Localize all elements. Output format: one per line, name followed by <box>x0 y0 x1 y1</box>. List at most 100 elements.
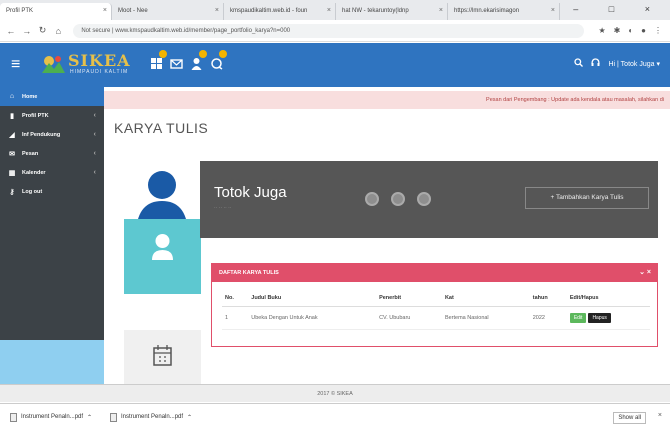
column-header: Penerbit <box>376 290 442 307</box>
browser-tab[interactable]: kmspaudikaltim.web.id - foun × <box>224 3 336 20</box>
home-icon[interactable]: ⌂ <box>53 26 63 36</box>
cell-no: 1 <box>222 306 249 330</box>
close-icon[interactable]: × <box>215 7 219 14</box>
sidebar-item-profil-ptk[interactable]: ▮ Profil PTK ‹ <box>0 106 104 125</box>
sidebar-item-home[interactable]: ⌂ Home <box>0 87 104 106</box>
sidebar: ⌂ Home ▮ Profil PTK ‹ ◢ Inf Pendukung ‹ … <box>0 87 104 384</box>
user-icon: ▮ <box>10 112 14 120</box>
developer-notice: Pesan dari Pengembang : Update ada kenda… <box>104 91 670 109</box>
profile-subtitle: ·· ·· ·· ·· <box>214 205 232 211</box>
reload-icon[interactable]: ↻ <box>38 25 48 36</box>
file-icon <box>110 412 117 422</box>
show-all-button[interactable]: Show all <box>613 412 646 424</box>
window-controls[interactable]: – □ × <box>573 4 664 14</box>
sidebar-item-label: Profil PTK <box>22 112 49 119</box>
sidebar-item-label: Inf Pendukung <box>22 131 61 138</box>
tab-title: https://lmn.ekarisimagon <box>454 8 520 14</box>
chart-icon: ◢ <box>9 131 15 139</box>
chevron-up-icon[interactable]: ⌃ <box>187 414 192 421</box>
profile-name: Totok Juga <box>214 184 287 201</box>
column-header: No. <box>222 290 249 307</box>
profile-banner: Totok Juga ·· ·· ·· ·· + Tambahkan Karya… <box>200 161 658 238</box>
forward-icon[interactable]: → <box>22 26 32 36</box>
download-item[interactable]: Instrument Penaln...pdf ⌃ <box>110 412 200 422</box>
notification-badge <box>159 50 167 58</box>
tab-title: kmspaudikaltim.web.id - foun <box>230 8 308 14</box>
browser-tab[interactable]: https://lmn.ekarisimagon × <box>448 3 560 20</box>
panel-title: DAFTAR KARYA TULIS <box>219 270 279 276</box>
page-footer: 2017 © SIKEA <box>0 384 670 402</box>
browser-tab[interactable]: Moot - Nee × <box>112 3 224 20</box>
sidebar-item-label: Home <box>22 93 38 100</box>
cell-kat: Bertema Nasional <box>441 306 530 330</box>
karya-tulis-table: No. Judul Buku Penerbit Kat tahun Edit/H… <box>222 290 650 330</box>
back-icon[interactable]: ← <box>6 26 16 36</box>
tab-title: hat NW - tekaruntoy(ldnp <box>342 8 409 14</box>
user-menu[interactable]: Hi | Totok Juga ▾ <box>608 60 660 68</box>
sidebar-item-kalender[interactable]: ▦ Kalender ‹ <box>0 163 104 182</box>
close-icon[interactable]: × <box>551 7 555 14</box>
karya-tulis-panel: DAFTAR KARYA TULIS ⌄ × No. Judul Buku Pe… <box>211 263 658 347</box>
tab-title: Moot - Nee <box>118 8 148 14</box>
download-item[interactable]: Instrument Penaln...pdf ⌃ <box>10 412 100 422</box>
sidebar-footer <box>0 340 104 384</box>
page-title: KARYA TULIS <box>114 120 209 136</box>
cell-tahun: 2022 <box>529 306 567 330</box>
panel-tools[interactable]: ⌄ × <box>639 268 651 276</box>
column-header: tahun <box>529 290 567 307</box>
notification-badge <box>219 50 227 58</box>
logo-title: SIKEA <box>68 51 131 70</box>
stat-circle-icon[interactable] <box>417 192 431 206</box>
stat-circle-icon[interactable] <box>365 192 379 206</box>
cell-judul: Ubeka Dengan Untuk Anak <box>248 306 377 330</box>
tab-title: Profil PTK <box>6 8 34 14</box>
envelope-icon[interactable] <box>170 57 183 70</box>
downloads-bar: Instrument Penaln...pdf ⌃ Instrument Pen… <box>0 403 670 430</box>
calendar-icon: ▦ <box>8 169 16 177</box>
profile-ptk-tile[interactable] <box>124 219 201 294</box>
add-karya-tulis-button[interactable]: + Tambahkan Karya Tulis <box>525 187 649 209</box>
chevron-up-icon[interactable]: ⌃ <box>87 414 92 421</box>
url-input[interactable]: Not secure | www.kmspaudkaltim.web.id/me… <box>73 23 585 38</box>
browser-tab[interactable]: hat NW - tekaruntoy(ldnp × <box>336 3 448 20</box>
sidebar-item-pesan[interactable]: ✉ Pesan ‹ <box>0 144 104 163</box>
headset-icon[interactable] <box>591 58 601 69</box>
close-icon[interactable]: × <box>327 7 331 14</box>
close-icon[interactable]: × <box>103 7 107 14</box>
chevron-left-icon: ‹ <box>93 112 96 119</box>
panel-header: DAFTAR KARYA TULIS ⌄ × <box>212 264 657 282</box>
extension-icons[interactable]: ★✱◐●⋮ <box>598 26 670 35</box>
sidebar-item-label: Pesan <box>22 150 39 157</box>
header-right: Hi | Totok Juga ▾ <box>574 58 660 69</box>
delete-button[interactable]: Hapus <box>588 313 611 323</box>
browser-tab[interactable]: Profil PTK × <box>0 3 112 20</box>
main-content: Pesan dari Pengembang : Update ada kenda… <box>104 87 670 384</box>
hamburger-menu-icon[interactable]: ≡ <box>11 56 20 74</box>
logo-subtitle: HIMPAUDI KALTIM <box>70 69 129 75</box>
mail-icon: ✉ <box>9 150 15 158</box>
close-icon[interactable]: × <box>658 412 662 419</box>
file-icon <box>10 412 17 422</box>
sidebar-item-inf-pendukung[interactable]: ◢ Inf Pendukung ‹ <box>0 125 104 144</box>
user-icon <box>152 234 173 260</box>
sidebar-item-label: Log out <box>22 188 43 195</box>
search-icon[interactable] <box>574 58 584 69</box>
download-filename: Instrument Penaln...pdf <box>121 414 184 420</box>
home-icon: ⌂ <box>9 93 15 100</box>
address-bar: ← → ↻ ⌂ Not secure | www.kmspaudkaltim.w… <box>0 20 670 42</box>
download-filename: Instrument Penaln...pdf <box>21 414 84 420</box>
calendar-icon <box>153 345 172 366</box>
chevron-left-icon: ‹ <box>93 131 96 138</box>
cell-actions: Edit Hapus <box>566 306 650 330</box>
chat-icon[interactable] <box>210 50 227 70</box>
calendar-tile[interactable] <box>124 330 201 384</box>
grid-icon[interactable] <box>150 50 167 70</box>
edit-button[interactable]: Edit <box>569 313 587 323</box>
person-icon[interactable] <box>190 50 207 70</box>
stat-circle-icon[interactable] <box>391 192 405 206</box>
chevron-left-icon: ‹ <box>93 150 96 157</box>
header-icons <box>150 50 227 70</box>
close-icon[interactable]: × <box>439 7 443 14</box>
chevron-left-icon: ‹ <box>93 169 96 176</box>
sidebar-item-logout[interactable]: ⚷ Log out <box>0 182 104 201</box>
